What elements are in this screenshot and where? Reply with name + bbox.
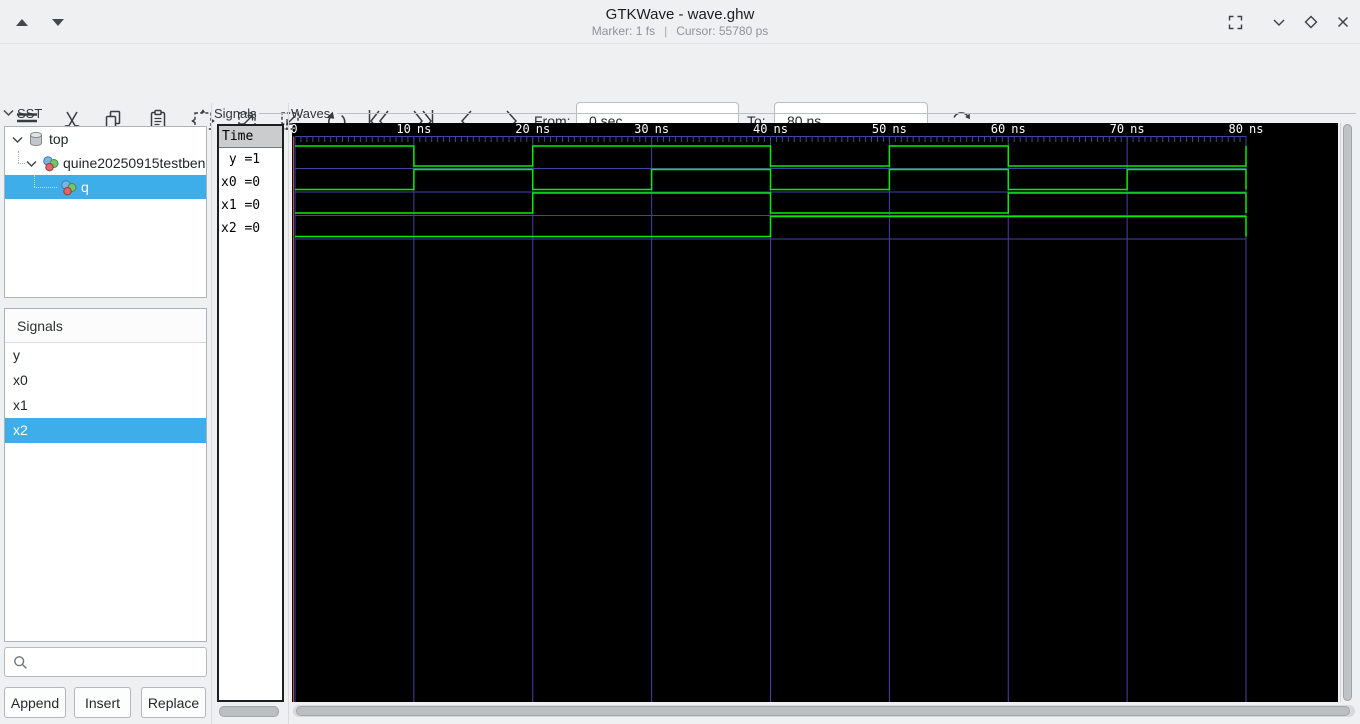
svg-text:40: 40 (753, 123, 767, 136)
tree-item-top[interactable]: top (5, 127, 206, 151)
tree-item-testbench[interactable]: quine20250915testbench (5, 151, 206, 175)
triangle-up-icon (16, 18, 28, 26)
wave-trace-y (295, 145, 1247, 167)
sst-header-label: SST (17, 106, 43, 121)
status-separator: | (664, 24, 668, 38)
signal-list-header: Signals (5, 309, 206, 343)
fullscreen-button[interactable] (1226, 14, 1244, 32)
insert-button[interactable]: Insert (74, 687, 131, 718)
svg-text:ns: ns (655, 123, 669, 136)
time-header[interactable]: Time (219, 126, 282, 148)
tree-item-label: quine20250915testbench (63, 155, 206, 171)
diamond-icon (1304, 15, 1318, 29)
triangle-down-icon (52, 18, 64, 26)
signal-list-item-y[interactable]: y (5, 343, 206, 368)
wave-vscrollbar-thumb[interactable] (1343, 124, 1352, 701)
wave-trace-x0 (295, 168, 1247, 191)
wave-vscrollbar (1340, 123, 1353, 702)
signal-name-hscrollbar-thumb[interactable] (219, 706, 279, 717)
scope-cylinder-icon (30, 131, 42, 147)
svg-text:ns: ns (536, 123, 550, 136)
module-spheres-icon (61, 180, 77, 196)
signal-list-item-x1[interactable]: x1 (5, 393, 206, 418)
pane-splitter-right[interactable] (288, 103, 289, 724)
svg-text:ns: ns (1130, 123, 1144, 136)
signal-value-row-x2[interactable]: x2 =0 (219, 217, 282, 240)
signals-frame-label: Signals (214, 106, 257, 121)
maximize-button[interactable] (1302, 14, 1320, 32)
search-icon (14, 656, 27, 669)
svg-text:ns: ns (1249, 123, 1263, 136)
signal-list-item-x2[interactable]: x2 (5, 418, 206, 443)
waveform-drawing: 0 10 ns 20 ns 30 ns 40 ns 50 ns 60 ns 70 ns 80 ns (292, 123, 1263, 702)
svg-text:80: 80 (1229, 123, 1243, 136)
expander-down-icon[interactable] (26, 160, 37, 168)
signal-search-list: Signals y x0 x1 x2 (4, 308, 207, 642)
sst-expander-icon[interactable] (3, 109, 14, 117)
wave-hscrollbar-thumb[interactable] (296, 706, 1350, 716)
tree-item-label: q (81, 179, 89, 195)
svg-text:0: 0 (292, 123, 298, 136)
expander-down-icon[interactable] (12, 136, 23, 144)
toolbar: From: To: (0, 45, 1360, 139)
svg-text:60: 60 (991, 123, 1005, 136)
minimize-button[interactable] (1270, 14, 1288, 32)
signal-search-box (4, 647, 207, 677)
window-title: GTKWave - wave.ghw (605, 6, 755, 23)
signal-name-list: Time y =1 x0 =0 x1 =0 x2 =0 (217, 124, 284, 702)
signal-value-row-x1[interactable]: x1 =0 (219, 194, 282, 217)
wave-trace-x2 (295, 215, 1247, 238)
module-spheres-icon (43, 156, 59, 172)
nav-down-button[interactable] (44, 12, 72, 32)
titlebar-text: GTKWave - wave.ghw Marker: 1 fs | Cursor: … (0, 5, 1360, 39)
window-subtitle: Marker: 1 fs | Cursor: 55780 ps (0, 24, 1360, 39)
signal-list-item-x0[interactable]: x0 (5, 368, 206, 393)
close-button[interactable] (1334, 14, 1352, 32)
signal-value-row-y[interactable]: y =1 (219, 148, 282, 171)
gtkwave-window: GTKWave - wave.ghw Marker: 1 fs | Cursor: … (0, 0, 1360, 724)
cursor-status: Cursor: 55780 ps (676, 24, 769, 38)
nav-up-button[interactable] (8, 12, 36, 32)
svg-text:70: 70 (1110, 123, 1124, 136)
svg-text:20: 20 (515, 123, 529, 136)
tree-item-label: top (49, 131, 69, 147)
svg-text:ns: ns (774, 123, 788, 136)
close-icon (1338, 17, 1348, 27)
svg-text:10: 10 (396, 123, 410, 136)
svg-text:50: 50 (872, 123, 886, 136)
search-input[interactable] (33, 649, 203, 675)
svg-text:ns: ns (892, 123, 906, 136)
svg-text:ns: ns (1011, 123, 1025, 136)
pane-splitter-left[interactable] (211, 103, 212, 724)
chevron-down-icon (1273, 19, 1285, 26)
headerbar: GTKWave - wave.ghw Marker: 1 fs | Cursor: … (0, 0, 1360, 44)
fullscreen-icon (1228, 15, 1242, 30)
svg-text:30: 30 (634, 123, 648, 136)
sst-tree: top quine20250915testbench q (4, 126, 207, 298)
svg-text:ns: ns (417, 123, 431, 136)
append-button[interactable]: Append (4, 687, 66, 718)
signal-value-row-x0[interactable]: x0 =0 (219, 171, 282, 194)
waves-frame-label: Waves (291, 106, 331, 121)
wave-canvas[interactable]: 0 10 ns 20 ns 30 ns 40 ns 50 ns 60 ns 70 ns 80 ns (292, 123, 1338, 702)
wave-trace-x1 (295, 192, 1247, 214)
replace-button[interactable]: Replace (141, 687, 206, 718)
signal-name-hscrollbar (219, 706, 279, 717)
wave-hscrollbar (293, 705, 1355, 717)
tree-item-q[interactable]: q (5, 175, 206, 199)
marker-status: Marker: 1 fs (591, 24, 656, 38)
